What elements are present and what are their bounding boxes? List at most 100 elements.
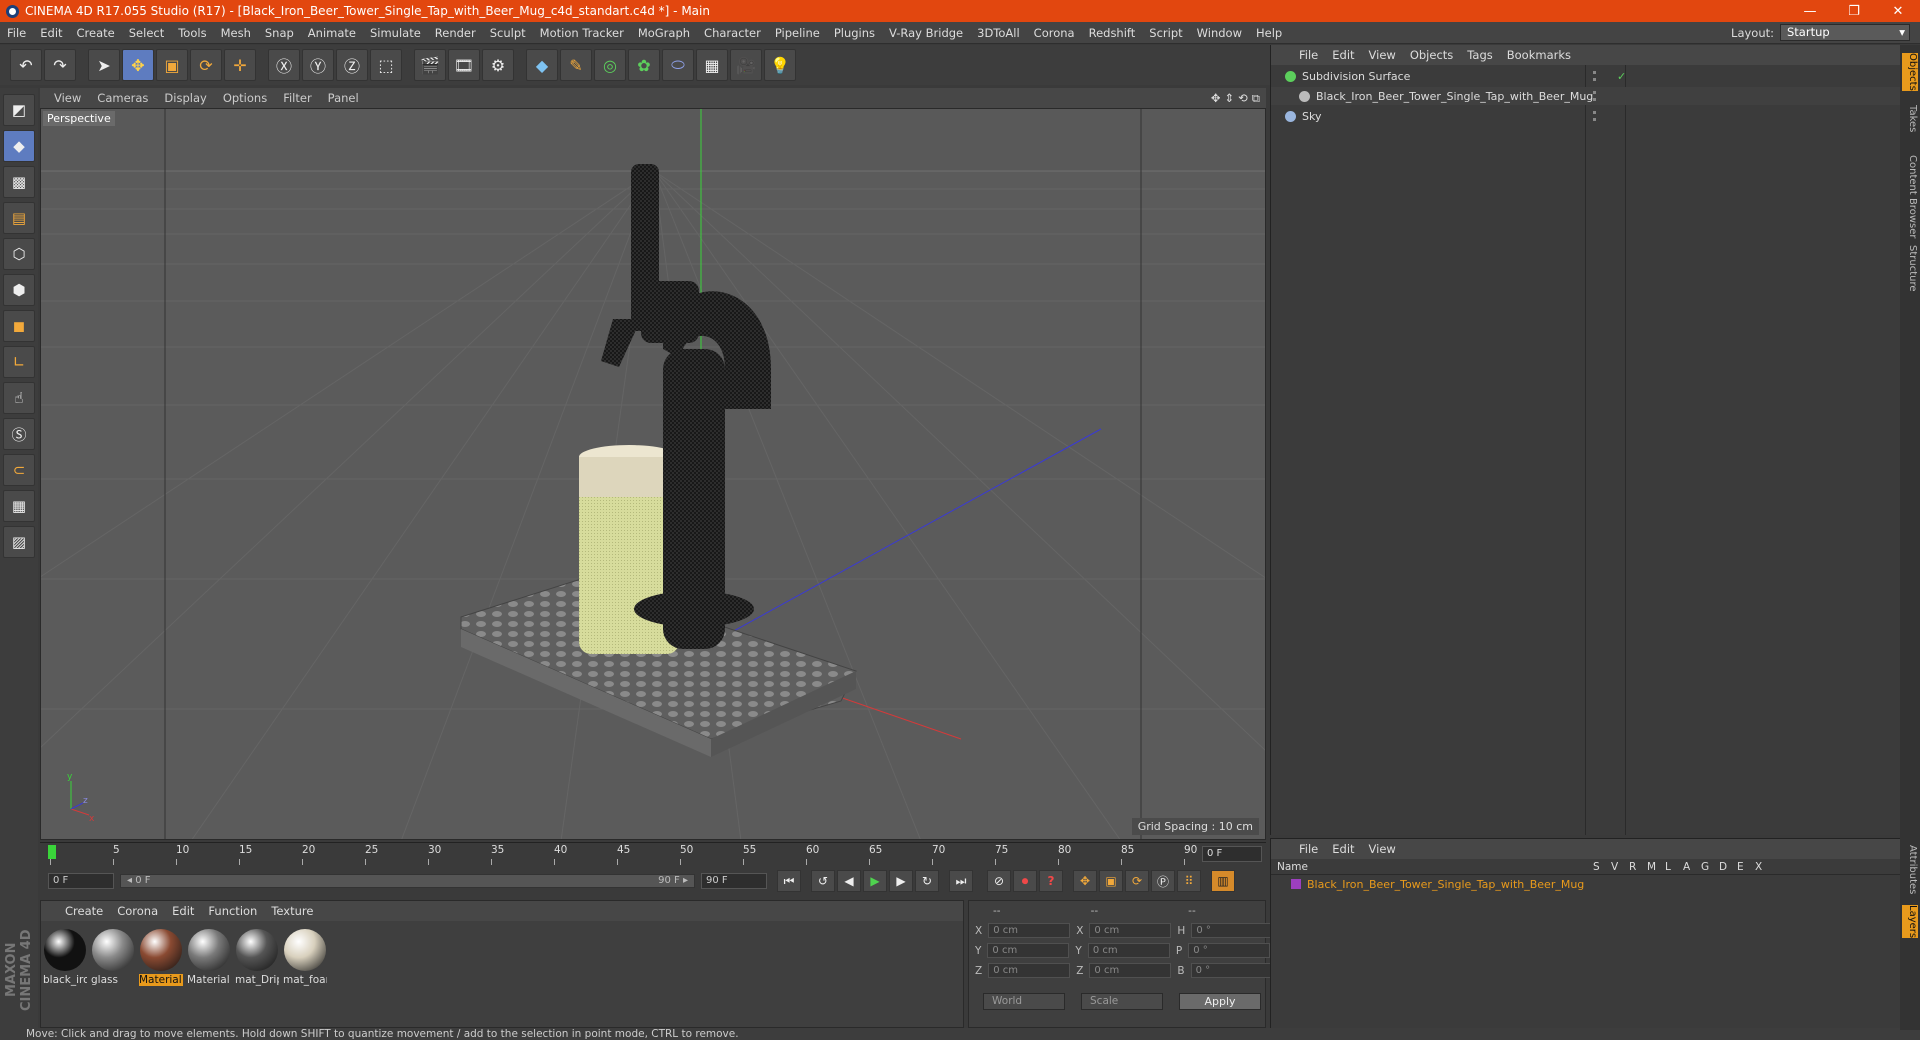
next-frame-icon[interactable]: ▶ [889, 870, 913, 892]
object-visibility-dots[interactable] [1593, 71, 1613, 81]
menu-plugins[interactable]: Plugins [827, 26, 882, 40]
object-menu-edit[interactable]: Edit [1332, 48, 1354, 62]
menu-help[interactable]: Help [1249, 26, 1289, 40]
record-keys-icon[interactable]: ⊘ [987, 870, 1011, 892]
side-tab-content-browser[interactable]: Content Browser [1902, 155, 1918, 238]
menu-pipeline[interactable]: Pipeline [768, 26, 827, 40]
material-menu-corona[interactable]: Corona [117, 904, 158, 918]
timeline-window-icon[interactable]: ▥ [1211, 870, 1235, 892]
viewport-menu-filter[interactable]: Filter [283, 91, 311, 105]
menu-file[interactable]: File [0, 26, 33, 40]
apply-button[interactable]: Apply [1179, 993, 1261, 1010]
render-settings-icon[interactable]: ⚙ [482, 49, 514, 81]
coord-space-dropdown[interactable]: World [983, 993, 1065, 1010]
coord-position-field[interactable]: 0 cm [987, 943, 1070, 958]
key-rotation-icon[interactable]: ⟳ [1125, 870, 1149, 892]
make-editable-icon[interactable]: ◩ [3, 94, 35, 126]
timeline-ruler[interactable]: 051015202530354045505560657075808590 0 F [40, 842, 1266, 865]
start-frame-field[interactable]: 0 F [48, 873, 114, 889]
previous-key-icon[interactable]: ↺ [811, 870, 835, 892]
menu-edit[interactable]: Edit [33, 26, 69, 40]
close-icon[interactable]: ✕ [1876, 0, 1920, 22]
coordinate-system-icon[interactable]: ⬚ [370, 49, 402, 81]
rotate-icon[interactable]: ⟳ [190, 49, 222, 81]
axis-mode-icon[interactable]: ∟ [3, 346, 35, 378]
material-menu-texture[interactable]: Texture [271, 904, 313, 918]
menu-mograph[interactable]: MoGraph [631, 26, 697, 40]
redo-icon[interactable]: ↷ [44, 49, 76, 81]
side-tab-objects[interactable]: Objects [1902, 53, 1918, 91]
orbit-icon[interactable]: ⟲ [1238, 91, 1248, 105]
coord-position-field[interactable]: 0 cm [988, 963, 1071, 978]
magnet-icon[interactable]: ⊂ [3, 454, 35, 486]
cloner-icon[interactable]: ✿ [628, 49, 660, 81]
object-menu-file[interactable]: File [1299, 48, 1318, 62]
object-row[interactable]: Black_Iron_Beer_Tower_Single_Tap_with_Be… [1271, 87, 1901, 105]
autokey-icon[interactable]: ⏺ [1013, 870, 1037, 892]
viewport-menu-options[interactable]: Options [223, 91, 267, 105]
coord-rotation-field[interactable]: 0 ° [1188, 943, 1271, 958]
layout-dropdown[interactable]: Startup [1780, 24, 1910, 41]
dolly-icon[interactable]: ⇕ [1225, 91, 1235, 105]
menu-sculpt[interactable]: Sculpt [483, 26, 533, 40]
light-icon[interactable]: 💡 [764, 49, 796, 81]
model-mode-icon[interactable]: ◆ [3, 130, 35, 162]
coord-rotation-field[interactable]: 0 ° [1190, 963, 1273, 978]
polygons-mode-icon[interactable]: ◼ [3, 310, 35, 342]
grid-rotate-icon[interactable]: ▨ [3, 526, 35, 558]
layer-menu-view[interactable]: View [1369, 842, 1396, 856]
render-view-icon[interactable]: 🎬 [414, 49, 446, 81]
object-visibility-dots[interactable] [1593, 91, 1613, 101]
layer-row[interactable]: Black_Iron_Beer_Tower_Single_Tap_with_Be… [1271, 875, 1900, 893]
layer-menu-edit[interactable]: Edit [1332, 842, 1354, 856]
coord-rotation-field[interactable]: 0 ° [1191, 923, 1274, 938]
keyframe-selection-icon[interactable]: ? [1039, 870, 1063, 892]
viewport-name-label[interactable]: Perspective [43, 111, 115, 126]
key-position-icon[interactable]: ✥ [1073, 870, 1097, 892]
menu-character[interactable]: Character [697, 26, 768, 40]
key-parameter-icon[interactable]: Ⓟ [1151, 870, 1175, 892]
object-row[interactable]: Sky [1271, 107, 1901, 125]
scale-icon[interactable]: ▣ [156, 49, 188, 81]
current-frame-field[interactable]: 0 F [1202, 846, 1262, 862]
object-menu-objects[interactable]: Objects [1410, 48, 1453, 62]
menu-motion-tracker[interactable]: Motion Tracker [533, 26, 631, 40]
side-tab-layers[interactable]: Layers [1902, 905, 1918, 939]
layer-menu-file[interactable]: File [1299, 842, 1318, 856]
subdivision-generator-icon[interactable]: ◎ [594, 49, 626, 81]
material-swatch[interactable]: mat_foam [283, 929, 327, 986]
object-visibility-dots[interactable] [1593, 111, 1613, 121]
viewport-menu-display[interactable]: Display [164, 91, 206, 105]
x-axis-lock-icon[interactable]: Ⓧ [268, 49, 300, 81]
key-pla-icon[interactable]: ⠿ [1177, 870, 1201, 892]
menu-select[interactable]: Select [122, 26, 171, 40]
frame-range-slider[interactable]: ◂ 0 F 90 F ▸ [120, 874, 695, 888]
perspective-viewport[interactable]: y x z Perspective Grid Spacing : 10 cm [40, 108, 1266, 840]
coord-mode-dropdown[interactable]: Scale [1081, 993, 1163, 1010]
maximize-view-icon[interactable]: ⧉ [1252, 91, 1260, 106]
coord-size-field[interactable]: 0 cm [1089, 963, 1172, 978]
viewport-menu-view[interactable]: View [54, 91, 81, 105]
object-row[interactable]: Subdivision Surface ✓ [1271, 67, 1901, 85]
enabled-check-icon[interactable]: ✓ [1617, 70, 1626, 83]
end-frame-field[interactable]: 90 F [701, 873, 767, 889]
menu-simulate[interactable]: Simulate [363, 26, 428, 40]
menu-create[interactable]: Create [70, 26, 122, 40]
next-key-icon[interactable]: ↻ [915, 870, 939, 892]
side-tab-attributes[interactable]: Attributes [1902, 845, 1918, 894]
pan-icon[interactable]: ✥ [1211, 91, 1221, 105]
go-to-start-icon[interactable]: ⏮ [777, 870, 801, 892]
menu-script[interactable]: Script [1142, 26, 1189, 40]
playhead-marker[interactable] [48, 845, 56, 859]
menu-3dtoall[interactable]: 3DToAll [970, 26, 1027, 40]
side-tab-structure[interactable]: Structure [1902, 245, 1918, 292]
coord-size-field[interactable]: 0 cm [1089, 923, 1172, 938]
viewport-menu-panel[interactable]: Panel [328, 91, 359, 105]
material-menu-function[interactable]: Function [208, 904, 257, 918]
points-mode-icon[interactable]: ⬡ [3, 238, 35, 270]
material-swatch[interactable]: mat_Drip [235, 929, 279, 986]
workplane-lock-icon[interactable]: ▦ [3, 490, 35, 522]
minimize-icon[interactable]: — [1788, 0, 1832, 22]
material-menu-edit[interactable]: Edit [172, 904, 194, 918]
menu-render[interactable]: Render [428, 26, 483, 40]
